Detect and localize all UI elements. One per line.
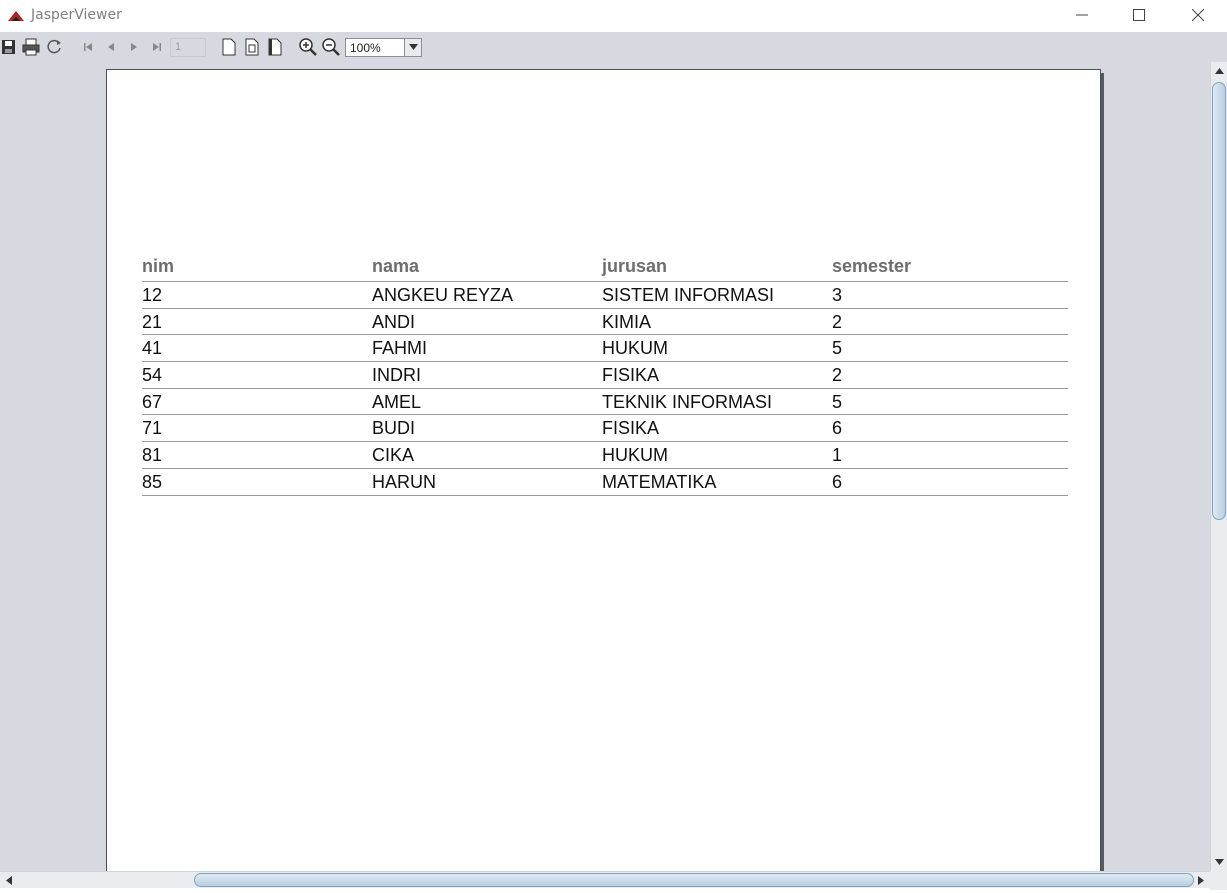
cell-nama: INDRI [372, 365, 421, 386]
vertical-scroll-thumb[interactable] [1212, 82, 1226, 520]
save-button[interactable] [0, 37, 20, 57]
cell-jurusan: FISIKA [602, 365, 660, 386]
cell-nim: 71 [142, 418, 163, 439]
horizontal-scroll-thumb[interactable] [194, 873, 1194, 887]
cell-nama: ANGKEU REYZA [372, 285, 514, 305]
page-number-field[interactable]: 1 [170, 38, 206, 57]
cell-nim: 12 [142, 285, 163, 305]
table-row: 71 BUDI FISIKA 6 [142, 415, 1068, 443]
zoom-out-button[interactable] [321, 37, 341, 57]
column-header-nama: nama [372, 256, 420, 276]
title-bar: JasperViewer [0, 0, 1227, 32]
cell-nim: 67 [142, 391, 163, 412]
jasper-logo-icon [7, 9, 25, 21]
horizontal-scrollbar[interactable] [0, 871, 1210, 888]
scrollbar-corner [1210, 871, 1227, 890]
chevron-down-icon[interactable] [404, 39, 421, 56]
first-page-button[interactable] [78, 37, 98, 57]
fit-width-button[interactable] [265, 37, 285, 57]
reload-button[interactable] [45, 37, 65, 57]
table-header: nim nama jurusan semester [142, 256, 1068, 282]
column-header-nim: nim [142, 256, 175, 276]
cell-semester: 5 [832, 338, 843, 359]
cell-semester: 6 [832, 471, 843, 492]
cell-semester: 5 [832, 391, 843, 412]
cell-semester: 6 [832, 418, 843, 439]
table-row: 54 INDRI FISIKA 2 [142, 362, 1068, 389]
fit-page-button[interactable] [242, 37, 262, 57]
column-header-jurusan: jurusan [602, 256, 668, 276]
table-row: 81 CIKA HUKUM 1 [142, 442, 1068, 469]
cell-jurusan: HUKUM [602, 338, 668, 359]
last-page-button[interactable] [147, 37, 167, 57]
table-row: 85 HARUN MATEMATIKA 6 [142, 469, 1068, 496]
cell-nim: 41 [142, 338, 163, 359]
cell-semester: 2 [832, 311, 843, 332]
minimize-button[interactable] [1053, 0, 1111, 30]
cell-nama: FAHMI [372, 338, 428, 359]
table-row: 41 FAHMI HUKUM 5 [142, 335, 1068, 363]
close-button[interactable] [1169, 0, 1227, 30]
cell-jurusan: HUKUM [602, 445, 668, 466]
maximize-button[interactable] [1110, 0, 1168, 30]
cell-jurusan: FISIKA [602, 418, 660, 439]
cell-semester: 1 [832, 445, 843, 466]
report-page: nim nama jurusan semester 12 ANGKEU REYZ… [106, 69, 1101, 871]
cell-jurusan: KIMIA [602, 311, 652, 332]
cell-nama: CIKA [372, 445, 415, 466]
scroll-left-icon[interactable] [2, 873, 16, 888]
zoom-in-button[interactable] [298, 37, 318, 57]
cell-jurusan: TEKNIK INFORMASI [602, 391, 773, 412]
column-header-semester: semester [832, 256, 912, 276]
next-page-button[interactable] [124, 37, 144, 57]
cell-nim: 21 [142, 311, 163, 332]
report-table: nim nama jurusan semester 12 ANGKEU REYZ… [142, 256, 1068, 496]
scroll-up-icon[interactable] [1211, 64, 1227, 78]
table-row: 67 AMEL TEKNIK INFORMASI 5 [142, 389, 1068, 416]
cell-nim: 81 [142, 445, 163, 466]
scroll-down-icon[interactable] [1211, 855, 1227, 869]
cell-nama: AMEL [372, 391, 422, 412]
cell-nim: 85 [142, 471, 163, 492]
actual-size-button[interactable] [219, 37, 239, 57]
zoom-select[interactable]: 100% [345, 38, 422, 57]
cell-semester: 3 [832, 285, 843, 305]
cell-jurusan: SISTEM INFORMASI [602, 285, 775, 305]
previous-page-button[interactable] [101, 37, 121, 57]
table-row: 21 ANDI KIMIA 2 [142, 309, 1068, 336]
cell-semester: 2 [832, 365, 843, 386]
scroll-right-icon[interactable] [1194, 873, 1208, 888]
cell-nama: HARUN [372, 471, 437, 492]
window-title: JasperViewer [31, 7, 122, 23]
cell-jurusan: MATEMATIKA [602, 471, 717, 492]
zoom-value: 100% [350, 41, 381, 55]
report-viewport: nim nama jurusan semester 12 ANGKEU REYZ… [0, 62, 1210, 871]
cell-nim: 54 [142, 365, 163, 386]
cell-nama: ANDI [372, 311, 416, 332]
cell-nama: BUDI [372, 418, 416, 439]
vertical-scrollbar[interactable] [1210, 62, 1227, 871]
table-row: 12 ANGKEU REYZA SISTEM INFORMASI 3 [142, 282, 1068, 309]
print-button[interactable] [21, 37, 41, 57]
